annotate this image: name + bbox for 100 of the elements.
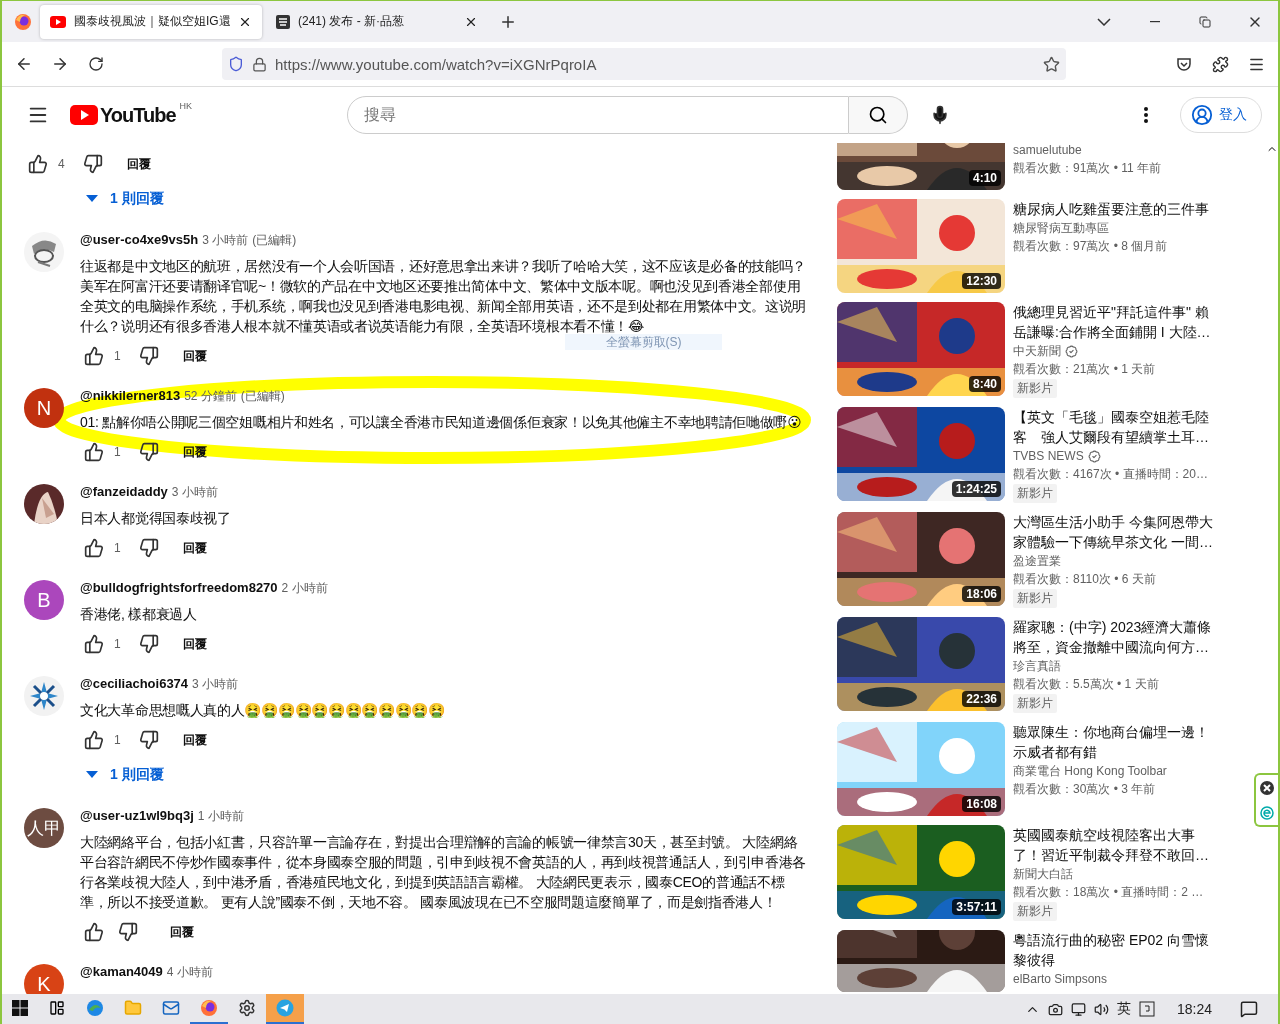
video-title[interactable]: 羅家聰：(中字) 2023經濟大蕭條將至，資金撤離中國流向何方… [1013,617,1215,657]
comment-author[interactable]: @fanzeidaddy [80,484,168,499]
reply-button[interactable]: 回覆 [176,631,213,657]
video-duration: 22:36 [962,691,1001,707]
clock[interactable]: 18:24 [1176,1001,1212,1017]
edited-label: (已編輯) [240,388,285,405]
comment-time[interactable]: 2 小時前 [281,580,328,597]
new-badge: 新影片 [1013,694,1057,713]
reply-button[interactable]: 回覆 [176,727,213,753]
caret-icon [86,771,98,779]
search-field[interactable]: 搜尋 [347,96,849,134]
video-title[interactable]: 粵語流行曲的秘密 EP02 向雪懷黎彼得 [1013,930,1215,970]
play-logo-icon [50,15,66,28]
notification-icon [1240,1000,1258,1018]
video-title[interactable]: 聽眾陳生：你地商台偏埋一邊！示威者都有錯 [1013,722,1215,762]
new-badge: 新影片 [1013,379,1057,398]
channel-name[interactable]: 珍言真語 [1013,657,1061,675]
sign-in-button[interactable]: 登入 [1180,97,1262,133]
video-meta: 觀看次數：30萬次 • 3 年前 [1013,781,1157,798]
browser-icon [86,999,104,1017]
video-title[interactable]: 大灣區生活小助手 今集阿恩帶大家體驗一下傳統早茶文化 一間… [1013,512,1215,552]
channel-name[interactable]: 新聞大白話 [1013,865,1073,883]
comment-time[interactable]: 4 小時前 [166,964,213,981]
like-count: 1 [114,349,121,363]
task-view-icon [49,1000,65,1016]
channel-name[interactable]: elBarto Simpsons [1013,970,1108,988]
ime-mode-icon [1138,1001,1155,1017]
video-duration: 16:08 [962,796,1001,812]
avatar[interactable]: B [24,580,64,620]
comment-author[interactable]: @user-uz1wl9bq3j [80,808,194,823]
comment-author[interactable]: @user-co4xe9vs5h [80,232,199,247]
comment-author[interactable]: @kaman4049 [80,964,163,979]
comment-author[interactable]: @ceciliachoi6374 [80,676,189,691]
avatar[interactable] [24,232,64,272]
channel-name[interactable]: TVBS NEWS [1013,447,1084,465]
new-badge: 新影片 [1013,902,1057,921]
comment-time[interactable]: 3 小時前 [192,676,239,693]
comment-author[interactable]: @bulldogfrightsforfreedom8270 [80,580,278,595]
like-count: 1 [114,541,121,555]
address-bar[interactable]: https://www.youtube.com/watch?v=iXGNrPqroIA [222,48,1066,80]
video-meta: 觀看次數：21萬次 • 1 天前 [1013,361,1157,378]
like-count: 4 [58,157,65,171]
paper-plane-icon [276,999,294,1017]
mail-icon [162,999,180,1017]
video-meta: 觀看次數：8110次 • 6 天前 [1013,571,1157,588]
camera-icon [1047,1001,1063,1017]
thumbs-up-icon [84,922,104,942]
replies-toggle[interactable]: 1 則回覆 [80,190,170,208]
thumbs-up-icon [84,730,104,750]
input-method[interactable]: 英 [1116,1000,1131,1018]
video-title[interactable]: 【英文「毛毯」國泰空姐惹毛陸客 強人艾爾段有望續掌土耳… [1013,407,1215,447]
reply-button[interactable]: 回覆 [120,151,157,177]
thumbs-up-icon [28,154,48,174]
video-duration: 18:06 [962,586,1001,602]
thumbs-down-icon [138,538,159,558]
logo-icon [1260,805,1274,820]
like-count: 1 [114,637,121,651]
comment-text: 往返都是中文地区的航班，居然没有一个人会听国语，还好意思拿出来讲？我听了哈哈大笑，这不应该是必备的技能吗？美军在阿富汗还要请翻译官呢~！微软的产品在中文地区还要推出简体中文、繁体中文版本呢。啊也没见到香港全部使用全英文的电脑操作系统，手机系统，啊我也没见到香港电影电视、新闻全部用英语，还不是到处都在用繁体中文。这说明什么？说明还有很多香港人根本就不懂英语或者说英语能力有限，全英语环境根本看不懂！😂 [80,257,808,336]
video-title[interactable]: 俄總理見習近平"拜託這件事" 賴岳謙曝:合作將全面鋪開 I 大陸… [1013,302,1215,342]
video-title[interactable]: 糖尿病人吃雞蛋要注意的三件事 [1013,199,1215,219]
avatar[interactable]: 人甲 [24,808,64,848]
channel-name[interactable]: 中天新聞 [1013,342,1061,360]
video-duration: 8:40 [968,376,1001,392]
avatar[interactable]: K [24,964,64,994]
video-title[interactable]: 英國國泰航空歧視陸客出大事了！習近平制裁令拜登不敢回… [1013,825,1215,865]
reply-button[interactable]: 回覆 [164,919,200,945]
reply-button[interactable]: 回覆 [176,535,213,561]
comment-time[interactable]: 1 小時前 [197,808,244,825]
comment-time[interactable]: 3 小時前 [171,484,218,501]
channel-name[interactable]: 商業電台 Hong Kong Toolbar [1013,762,1167,780]
puzzle-icon [1211,55,1229,73]
lock-icon [252,56,267,72]
firefox-icon [200,999,218,1017]
network-icon [1070,1001,1086,1017]
extension-widget[interactable] [1254,773,1278,827]
replies-toggle[interactable]: 1 則回覆 [80,766,170,784]
avatar[interactable]: N [24,388,64,428]
channel-name[interactable]: 糖尿腎病互動專區 [1013,219,1109,237]
play-logo-icon [70,105,98,125]
reply-button[interactable]: 回覆 [176,343,213,369]
comment-time[interactable]: 3 小時前 [202,232,249,249]
video-meta: 觀看次數：18萬次 • 直播時間：2 … [1013,884,1205,901]
new-badge: 新影片 [1013,589,1057,608]
search-icon [867,105,888,125]
windows-icon [12,1000,28,1016]
avatar[interactable] [24,676,64,716]
video-duration: 3:57:11 [952,899,1001,915]
browser-tab[interactable]: (241) 发布 - 新·品葱 [266,4,488,39]
thumbs-up-icon [84,442,104,462]
site-icon [276,14,290,29]
tooltip: 全螢幕剪取(S) [565,334,722,350]
star-icon [1043,55,1060,73]
browser-tab[interactable]: 國泰歧視風波｜疑似空姐IG還 [40,4,262,39]
search-button[interactable] [848,96,908,134]
avatar[interactable] [24,484,64,524]
channel-name[interactable]: samuelutube [1013,143,1082,159]
tab-title: 國泰歧視風波｜疑似空姐IG還 [74,13,230,30]
reply-button[interactable]: 回覆 [176,439,213,465]
firefox-icon [14,12,32,31]
channel-name[interactable]: 盈途置業 [1013,552,1061,570]
